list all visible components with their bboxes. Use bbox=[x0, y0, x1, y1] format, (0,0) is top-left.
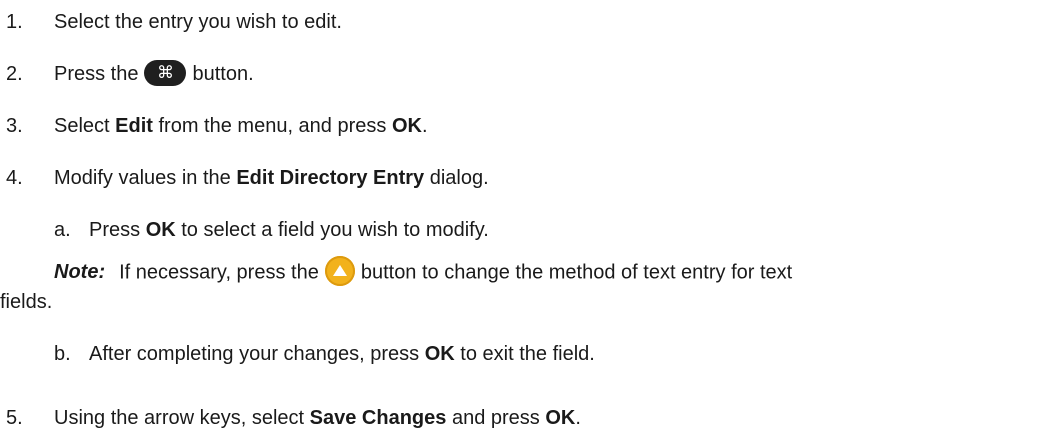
substep-text: to exit the field. bbox=[454, 343, 595, 365]
substep-a: a. Press OK to select a field you wish to… bbox=[54, 218, 489, 242]
step-text: . bbox=[421, 115, 428, 137]
step-text: Using the arrow keys, select bbox=[54, 407, 310, 429]
step-number: 2. bbox=[6, 63, 23, 85]
note: Note: If necessary, press the button to ch… bbox=[54, 256, 793, 286]
step-4: 4. Modify values in the Edit Directory En… bbox=[0, 166, 489, 190]
step-text: from the menu, and press bbox=[152, 115, 392, 137]
menu-item-name: Edit bbox=[115, 115, 153, 137]
step-text: Select the entry you wish to edit. bbox=[54, 11, 342, 33]
step-2: 2. Press the ⌘ button. bbox=[0, 60, 254, 87]
step-text: Modify values in the bbox=[54, 167, 237, 189]
substep-text: After completing your changes, press bbox=[89, 343, 425, 365]
step-text: dialog. bbox=[424, 167, 489, 189]
step-text-before: Press the bbox=[54, 63, 139, 85]
step-3: 3. Select Edit from the menu, and press O… bbox=[0, 114, 428, 138]
key-name: OK bbox=[145, 219, 176, 241]
step-number: 3. bbox=[6, 115, 23, 137]
step-number: 1. bbox=[6, 11, 23, 33]
dialog-name: Edit Directory Entry bbox=[236, 167, 425, 189]
menu-item-name: Save Changes bbox=[309, 407, 447, 429]
step-number: 5. bbox=[6, 407, 23, 429]
step-text-after: button. bbox=[192, 63, 254, 85]
step-number: 4. bbox=[6, 167, 23, 189]
up-arrow-button-icon bbox=[324, 256, 355, 286]
key-name: OK bbox=[545, 407, 576, 429]
note-text-continuation: fields. bbox=[0, 291, 53, 313]
substep-text: to select a field you wish to modify. bbox=[175, 219, 489, 241]
note-text-before: If necessary, press the bbox=[119, 261, 319, 284]
substep-letter: b. bbox=[54, 343, 71, 365]
note-label: Note: bbox=[54, 261, 106, 284]
key-name: OK bbox=[424, 343, 455, 365]
step-1: 1. Select the entry you wish to edit. bbox=[0, 10, 342, 34]
substep-text: Press bbox=[89, 219, 146, 241]
key-name: OK bbox=[391, 115, 422, 137]
note-text-after: button to change the method of text entr… bbox=[360, 261, 793, 284]
step-5: 5. Using the arrow keys, select Save Chan… bbox=[0, 406, 581, 430]
substep-letter: a. bbox=[54, 219, 71, 241]
step-text: . bbox=[575, 407, 581, 429]
command-key-icon: ⌘ bbox=[144, 60, 187, 87]
step-text: and press bbox=[446, 407, 546, 429]
note-continuation: fields. bbox=[0, 290, 52, 314]
step-text: Select bbox=[54, 115, 116, 137]
substep-b: b. After completing your changes, press O… bbox=[54, 342, 595, 366]
